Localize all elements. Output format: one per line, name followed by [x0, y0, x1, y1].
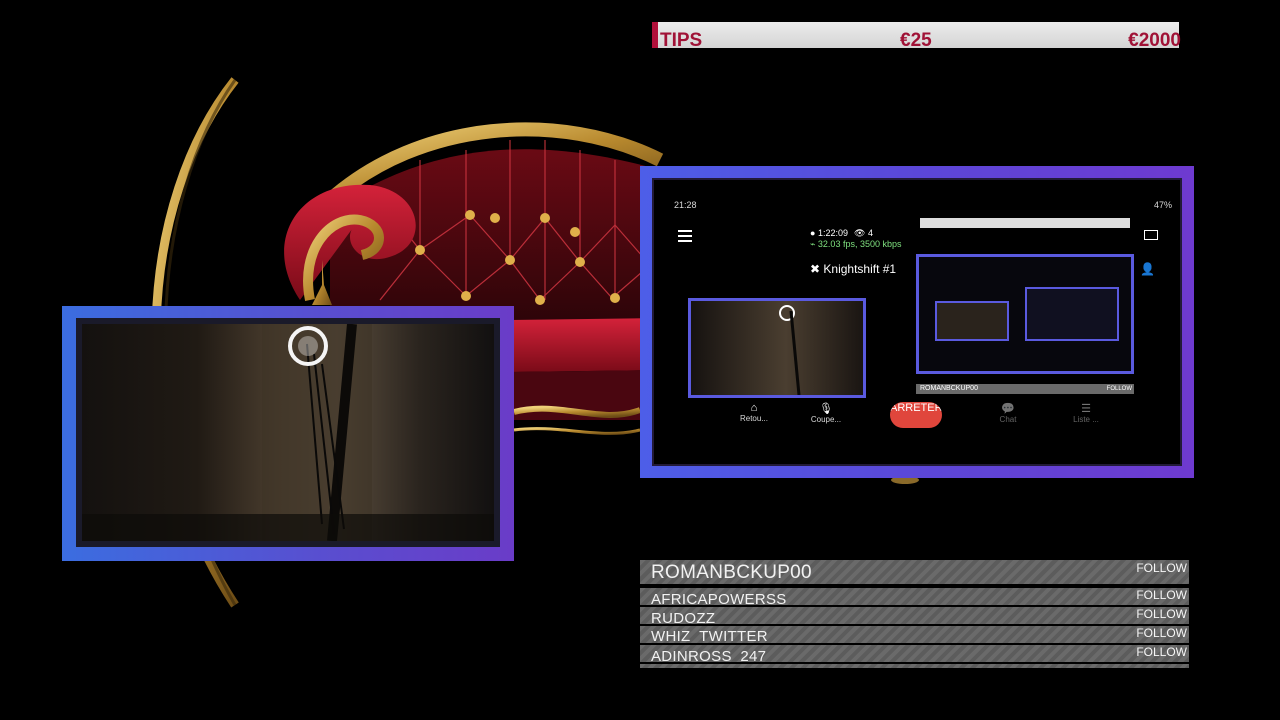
add-user-icon[interactable]: 👤 — [1140, 262, 1155, 276]
tips-current-amount: €25 — [900, 30, 932, 51]
follower-row: AFRICAPOWERSS FOLLOW — [640, 588, 1189, 605]
tips-goal-bar: TIPS €25 €2000 — [652, 22, 1181, 51]
follow-button[interactable]: FOLLOW — [1136, 588, 1187, 602]
mini-tips-bar — [920, 218, 1130, 228]
follower-row: ADINROSS_247 FOLLOW — [640, 645, 1189, 662]
list-button[interactable]: ☰ Liste ... — [1066, 402, 1106, 424]
return-button[interactable]: ⌂ Retou... — [734, 402, 774, 423]
return-icon: ⌂ — [750, 402, 758, 414]
mini-screen-preview — [916, 254, 1134, 374]
stream-title: ✖ Knightshift #1 — [810, 262, 897, 276]
follower-row: WHIZ_TWITTER FOLLOW — [640, 626, 1189, 643]
chat-button[interactable]: 💬 Chat — [988, 402, 1028, 424]
mini-camera-preview — [688, 298, 866, 398]
follower-name: WHIZ_TWITTER — [651, 628, 768, 643]
follow-button[interactable]: FOLLOW — [1136, 561, 1187, 575]
status-time: 21:28 — [674, 200, 697, 210]
camera-panel — [76, 318, 500, 547]
camera-feed — [82, 324, 494, 541]
status-battery: 47% — [1153, 200, 1172, 210]
recursive-camera — [935, 301, 1009, 341]
list-icon: ☰ — [1081, 403, 1091, 415]
live-timer: ● 1:22:09 — [810, 228, 848, 238]
menu-icon[interactable] — [678, 230, 692, 242]
follower-name: ROMANBCKUP00 — [651, 562, 812, 583]
followers-list: ROMANBCKUP00 FOLLOW AFRICAPOWERSS FOLLOW… — [640, 560, 1189, 668]
follower-name: ADINROSS_247 — [651, 648, 767, 662]
stop-stream-button[interactable]: ARRETER — [890, 402, 942, 428]
follower-name: AFRICAPOWERSS — [651, 591, 787, 605]
follow-button[interactable]: FOLLOW — [1136, 645, 1187, 659]
tips-goal-amount: €2000 — [1128, 30, 1181, 51]
screen-icon[interactable] — [1144, 230, 1158, 240]
follow-button[interactable]: FOLLOW — [1136, 607, 1187, 621]
eye-icon: 👁 4 — [854, 228, 873, 238]
follower-row: RUDOZZ FOLLOW — [640, 607, 1189, 624]
screen-capture-frame: 21:28 47% ● 1:22:09 👁 4 ⌁ 32.03 fps, 350… — [640, 166, 1194, 478]
mini-follower-row: ROMANBCKUP00 FOLLOW — [916, 384, 1134, 394]
follower-row: ROMANBCKUP00 FOLLOW — [640, 560, 1189, 584]
follower-name: RUDOZZ — [651, 610, 716, 624]
stream-stats: ⌁ 32.03 fps, 3500 kbps — [810, 239, 902, 249]
tips-label: TIPS — [660, 30, 703, 51]
mute-button[interactable]: 🎙 Coupe... — [806, 402, 846, 424]
follower-row-partial — [640, 664, 1189, 668]
camera-panel-frame — [62, 306, 514, 561]
phone-screen-capture: 21:28 47% ● 1:22:09 👁 4 ⌁ 32.03 fps, 350… — [652, 178, 1182, 466]
chat-icon: 💬 — [1001, 403, 1015, 415]
microphone-icon: 🎙 — [819, 403, 833, 415]
recursive-preview — [1025, 287, 1119, 341]
follow-button[interactable]: FOLLOW — [1136, 626, 1187, 640]
